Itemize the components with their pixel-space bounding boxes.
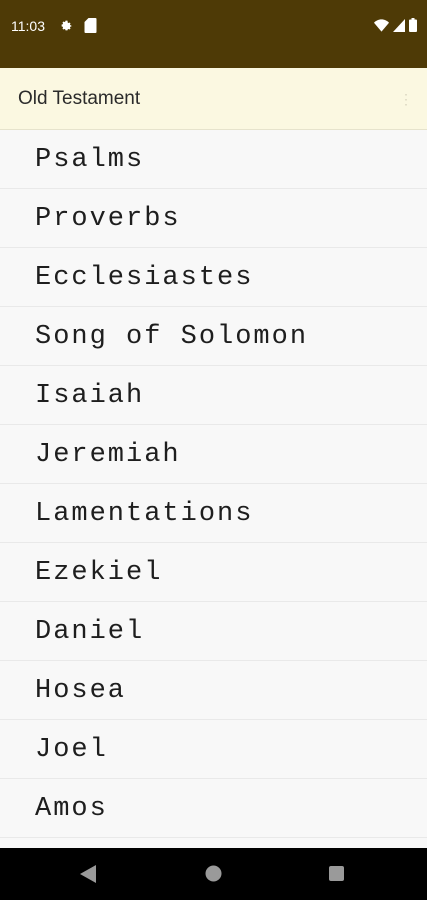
app-bar: Old Testament ⋮ bbox=[0, 68, 427, 130]
book-label: Isaiah bbox=[35, 381, 145, 411]
status-time: 11:03 bbox=[11, 18, 45, 34]
list-item[interactable]: Proverbs bbox=[0, 189, 427, 248]
book-label: Joel bbox=[35, 735, 108, 765]
book-label: Amos bbox=[35, 794, 108, 824]
page-title: Old Testament bbox=[18, 88, 141, 109]
book-label: Psalms bbox=[35, 145, 145, 175]
overflow-menu-icon[interactable]: ⋮ bbox=[399, 92, 413, 106]
book-label: Proverbs bbox=[35, 204, 181, 234]
wifi-icon bbox=[374, 18, 389, 32]
list-item[interactable]: Ecclesiastes bbox=[0, 248, 427, 307]
book-label: Hosea bbox=[35, 676, 127, 706]
list-item[interactable]: Ezekiel bbox=[0, 543, 427, 602]
recents-square-icon[interactable] bbox=[329, 866, 344, 881]
back-triangle-icon[interactable] bbox=[80, 865, 96, 883]
book-label: Jeremiah bbox=[35, 440, 181, 470]
list-item[interactable]: Psalms bbox=[0, 130, 427, 189]
list-item[interactable]: Hosea bbox=[0, 661, 427, 720]
signal-icon bbox=[393, 18, 405, 32]
book-label: Ecclesiastes bbox=[35, 263, 254, 293]
home-circle-icon[interactable] bbox=[205, 865, 222, 882]
battery-icon bbox=[409, 18, 417, 32]
book-label: Ezekiel bbox=[35, 558, 163, 588]
list-item[interactable]: Amos bbox=[0, 779, 427, 838]
status-right-icons bbox=[374, 18, 417, 32]
book-list: Psalms Proverbs Ecclesiastes Song of Sol… bbox=[0, 130, 427, 848]
book-label: Daniel bbox=[35, 617, 145, 647]
status-bar: 11:03 bbox=[0, 0, 427, 68]
list-item[interactable]: Daniel bbox=[0, 602, 427, 661]
book-label: Lamentations bbox=[35, 499, 254, 529]
list-item[interactable]: Song of Solomon bbox=[0, 307, 427, 366]
list-item[interactable]: Joel bbox=[0, 720, 427, 779]
book-label: Song of Solomon bbox=[35, 322, 309, 352]
list-item[interactable]: Isaiah bbox=[0, 366, 427, 425]
list-item[interactable]: Lamentations bbox=[0, 484, 427, 543]
list-item[interactable]: Jeremiah bbox=[0, 425, 427, 484]
sd-card-icon bbox=[84, 18, 97, 33]
settings-gear-icon bbox=[61, 20, 72, 31]
system-nav-bar bbox=[0, 848, 427, 900]
